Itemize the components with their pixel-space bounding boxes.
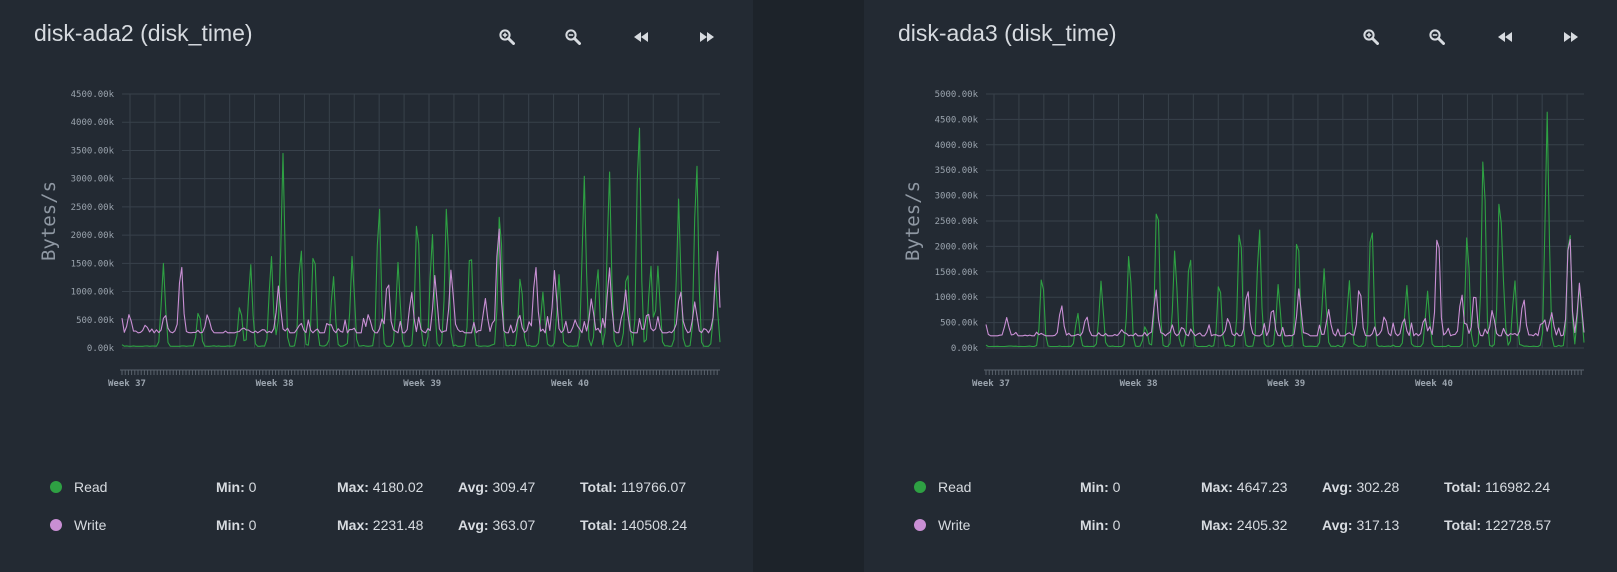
y-tick-label: 2000.00k — [71, 231, 115, 241]
min-stat: Min: 0 — [216, 479, 257, 495]
x-tick-label: Week 40 — [1415, 379, 1453, 389]
min-stat: Min: 0 — [1080, 517, 1121, 533]
series-name: Write — [938, 517, 971, 533]
read-dot-icon — [50, 481, 62, 493]
zoom-out-icon — [1429, 29, 1445, 45]
chart-toolbar — [1356, 24, 1606, 50]
chart-panel-ada3: disk-ada3 (disk_time) 0.00k 500.00k 1000.0… — [864, 0, 1617, 572]
y-tick-label: 0.00k — [951, 344, 979, 354]
series-line-read — [985, 111, 1585, 348]
series-line-read — [121, 127, 721, 347]
panel-title: disk-ada2 (disk_time) — [34, 20, 253, 46]
zoom-in-icon — [499, 29, 515, 45]
x-tick-label: Week 39 — [403, 379, 441, 389]
legend-row-write: Write Min: 0 Max: 2405.32 Avg: 317.13 To… — [864, 516, 1617, 536]
total-stat: Total: 116982.24 — [1444, 479, 1551, 495]
y-tick-label: 4500.00k — [935, 115, 979, 125]
write-dot-icon — [914, 519, 926, 531]
max-stat: Max: 2405.32 — [1201, 517, 1288, 533]
min-stat: Min: 0 — [216, 517, 257, 533]
disk-time-chart: 0.00k 500.00k 1000.00k 1500.00k 2000.00k 2500… — [902, 90, 1585, 389]
chart-toolbar — [492, 24, 742, 50]
disk-time-chart: 0.00k 500.00k 1000.00k 1500.00k 2000.00k 2500… — [38, 90, 721, 389]
series-name: Write — [74, 517, 107, 533]
y-axis-title: Bytes/s — [38, 181, 60, 261]
y-tick-label: 4500.00k — [71, 90, 115, 100]
rewind-button[interactable] — [1490, 24, 1520, 50]
y-axis-title: Bytes/s — [902, 181, 924, 261]
legend-row-read: Read Min: 0 Max: 4180.02 Avg: 309.47 Tot… — [0, 478, 753, 498]
y-tick-label: 1500.00k — [71, 259, 115, 269]
y-tick-label: 1000.00k — [71, 288, 115, 298]
legend-row-write: Write Min: 0 Max: 2231.48 Avg: 363.07 To… — [0, 516, 753, 536]
rewind-button[interactable] — [626, 24, 656, 50]
read-dot-icon — [914, 481, 926, 493]
series-name: Read — [938, 479, 972, 495]
rewind-icon — [1498, 32, 1512, 42]
y-tick-label: 500.00k — [76, 316, 115, 326]
x-tick-label: Week 38 — [1120, 379, 1158, 389]
rewind-icon — [634, 32, 648, 42]
zoom-in-button[interactable] — [1356, 24, 1386, 50]
y-tick-label: 1000.00k — [935, 293, 979, 303]
y-tick-label: 0.00k — [87, 344, 115, 354]
y-tick-label: 5000.00k — [935, 90, 979, 100]
fast-forward-button[interactable] — [1556, 24, 1586, 50]
chart-panel-ada2: disk-ada2 (disk_time) 0.00k 500.00k 1000.0… — [0, 0, 753, 572]
fast-forward-button[interactable] — [692, 24, 722, 50]
y-tick-label: 4000.00k — [935, 141, 979, 151]
x-tick-label: Week 40 — [551, 379, 589, 389]
legend-row-read: Read Min: 0 Max: 4647.23 Avg: 302.28 Tot… — [864, 478, 1617, 498]
y-tick-label: 2500.00k — [71, 203, 115, 213]
total-stat: Total: 122728.57 — [1444, 517, 1552, 533]
avg-stat: Avg: 317.13 — [1322, 517, 1400, 533]
x-tick-label: Week 37 — [972, 379, 1010, 389]
total-stat: Total: 119766.07 — [580, 479, 687, 495]
min-stat: Min: 0 — [1080, 479, 1121, 495]
max-stat: Max: 2231.48 — [337, 517, 424, 533]
panel-title: disk-ada3 (disk_time) — [898, 20, 1117, 46]
fast-forward-icon — [1564, 32, 1578, 42]
x-tick-label: Week 37 — [108, 379, 146, 389]
avg-stat: Avg: 363.07 — [458, 517, 536, 533]
y-tick-label: 3000.00k — [935, 192, 979, 202]
y-tick-label: 3500.00k — [71, 146, 115, 156]
y-tick-label: 4000.00k — [71, 118, 115, 128]
avg-stat: Avg: 302.28 — [1322, 479, 1400, 495]
series-name: Read — [74, 479, 108, 495]
fast-forward-icon — [700, 32, 714, 42]
y-tick-label: 1500.00k — [935, 268, 979, 278]
zoom-in-icon — [1363, 29, 1379, 45]
grid-lines — [986, 93, 1584, 349]
y-tick-label: 3000.00k — [71, 175, 115, 185]
x-tick-label: Week 38 — [256, 379, 294, 389]
y-tick-label: 500.00k — [940, 319, 979, 329]
zoom-out-icon — [565, 29, 581, 45]
max-stat: Max: 4647.23 — [1201, 479, 1288, 495]
y-tick-label: 3500.00k — [935, 166, 979, 176]
total-stat: Total: 140508.24 — [580, 517, 688, 533]
y-tick-label: 2500.00k — [935, 217, 979, 227]
y-tick-label: 2000.00k — [935, 242, 979, 252]
max-stat: Max: 4180.02 — [337, 479, 424, 495]
x-tick-label: Week 39 — [1267, 379, 1305, 389]
zoom-in-button[interactable] — [492, 24, 522, 50]
series-line-write — [985, 239, 1585, 337]
zoom-out-button[interactable] — [1422, 24, 1452, 50]
write-dot-icon — [50, 519, 62, 531]
zoom-out-button[interactable] — [558, 24, 588, 50]
avg-stat: Avg: 309.47 — [458, 479, 536, 495]
